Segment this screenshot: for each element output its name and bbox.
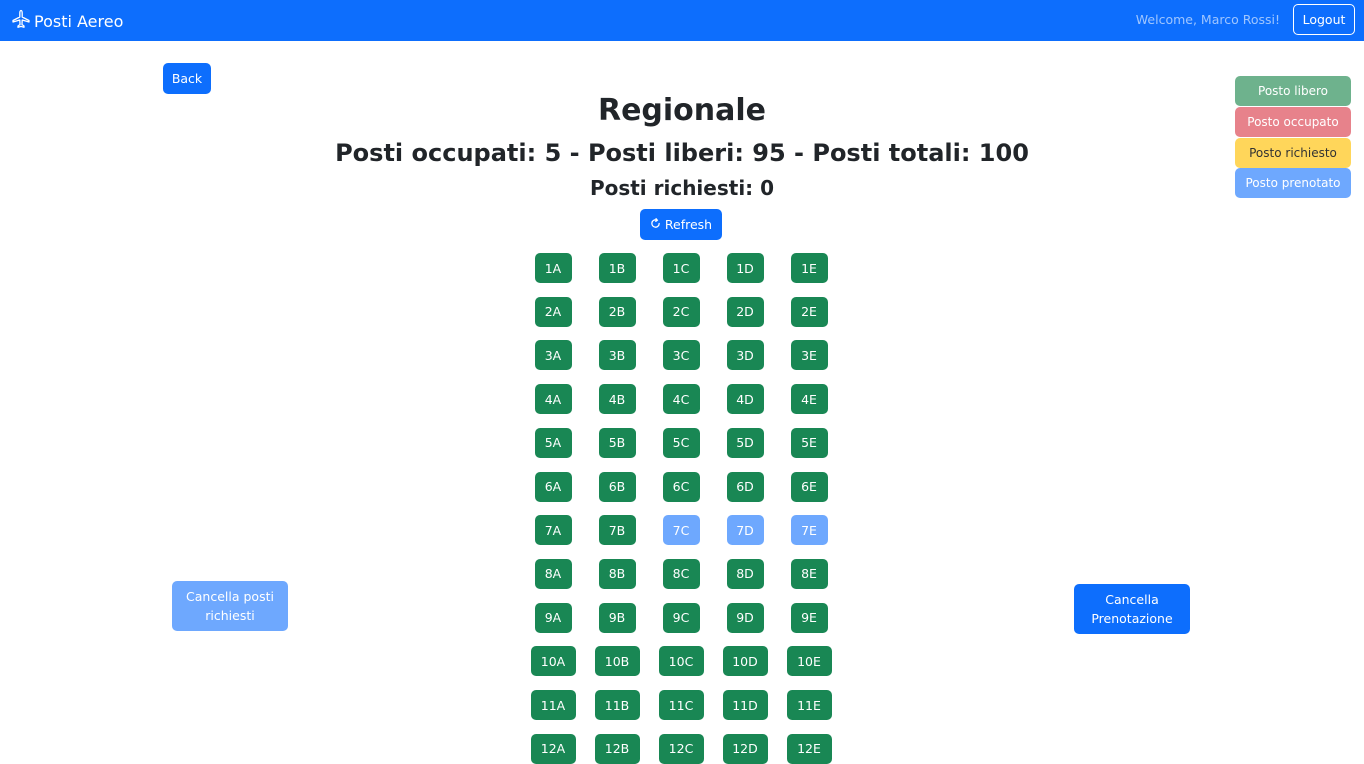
seat-9e[interactable]: 9E [790,602,828,633]
seat-12d[interactable]: 12D [722,733,768,764]
seat-5b[interactable]: 5B [598,427,636,458]
seat-10a[interactable]: 10A [530,646,576,677]
seat-1b[interactable]: 1B [598,253,636,283]
seat-12e[interactable]: 12E [786,733,832,764]
seat-4a[interactable]: 4A [534,384,572,415]
seat-7d[interactable]: 7D [726,515,764,546]
seat-2a[interactable]: 2A [534,296,572,327]
seat-stats: Posti occupati: 5 - Posti liberi: 95 - P… [335,139,1029,167]
seat-1e[interactable]: 1E [790,253,828,283]
seat-7a[interactable]: 7A [534,515,572,546]
seat-11d[interactable]: 11D [722,690,768,720]
seat-6c[interactable]: 6C [662,471,700,502]
seat-10d[interactable]: 10D [722,646,768,677]
seat-3b[interactable]: 3B [598,340,636,371]
cancel-booking-button[interactable]: Cancella Prenotazione [1074,584,1190,634]
welcome-text: Welcome, Marco Rossi! [1135,12,1280,27]
seat-7b[interactable]: 7B [598,515,636,546]
seat-5d[interactable]: 5D [726,427,764,458]
seat-5c[interactable]: 5C [662,427,700,458]
seat-9d[interactable]: 9D [726,602,764,633]
refresh-label: Refresh [664,217,713,232]
seat-6d[interactable]: 6D [726,471,764,502]
seat-9c[interactable]: 9C [662,602,700,633]
seat-8a[interactable]: 8A [534,558,572,589]
refresh-icon [650,215,661,234]
seat-4e[interactable]: 4E [790,384,828,415]
seat-6b[interactable]: 6B [598,471,636,502]
navbar: Posti Aereo Welcome, Marco Rossi! Logout [0,0,1364,41]
seat-4d[interactable]: 4D [726,384,764,415]
seat-6e[interactable]: 6E [790,471,828,502]
requested-count: Posti richiesti: 0 [589,176,775,200]
seat-3c[interactable]: 3C [662,340,700,371]
seat-8b[interactable]: 8B [598,558,636,589]
seat-6a[interactable]: 6A [534,471,572,502]
seat-10c[interactable]: 10C [658,646,704,677]
logout-button[interactable]: Logout [1293,4,1355,35]
seat-8c[interactable]: 8C [662,558,700,589]
seat-2c[interactable]: 2C [662,296,700,327]
seat-3d[interactable]: 3D [726,340,764,371]
brand-link[interactable]: Posti Aereo [11,9,123,33]
seat-1d[interactable]: 1D [726,253,764,283]
brand-text: Posti Aereo [34,11,124,31]
seat-5a[interactable]: 5A [534,427,572,458]
seat-4b[interactable]: 4B [598,384,636,415]
seat-1a[interactable]: 1A [534,253,572,283]
seat-11b[interactable]: 11B [594,690,640,720]
seat-2b[interactable]: 2B [598,296,636,327]
seat-2e[interactable]: 2E [790,296,828,327]
seat-8e[interactable]: 8E [790,558,828,589]
seat-9b[interactable]: 9B [598,602,636,633]
seat-12b[interactable]: 12B [594,733,640,764]
seat-3a[interactable]: 3A [534,340,572,371]
seat-2d[interactable]: 2D [726,296,764,327]
seat-11a[interactable]: 11A [530,690,576,720]
seat-9a[interactable]: 9A [534,602,572,633]
refresh-button[interactable]: Refresh [640,209,722,240]
seat-3e[interactable]: 3E [790,340,828,371]
seat-10b[interactable]: 10B [594,646,640,677]
seat-7c[interactable]: 7C [662,515,700,546]
seat-5e[interactable]: 5E [790,427,828,458]
cancel-requested-seats-button[interactable]: Cancella posti richiesti [172,581,288,631]
seat-11e[interactable]: 11E [786,690,832,720]
seat-12a[interactable]: 12A [530,733,576,764]
page-title: Regionale [597,93,767,128]
seat-11c[interactable]: 11C [658,690,704,720]
seat-4c[interactable]: 4C [662,384,700,415]
seat-7e[interactable]: 7E [790,515,828,546]
airplane-icon [11,9,31,33]
seat-8d[interactable]: 8D [726,558,764,589]
seat-1c[interactable]: 1C [662,253,700,283]
seat-12c[interactable]: 12C [658,733,704,764]
back-button[interactable]: Back [163,63,211,94]
seat-10e[interactable]: 10E [786,646,832,677]
